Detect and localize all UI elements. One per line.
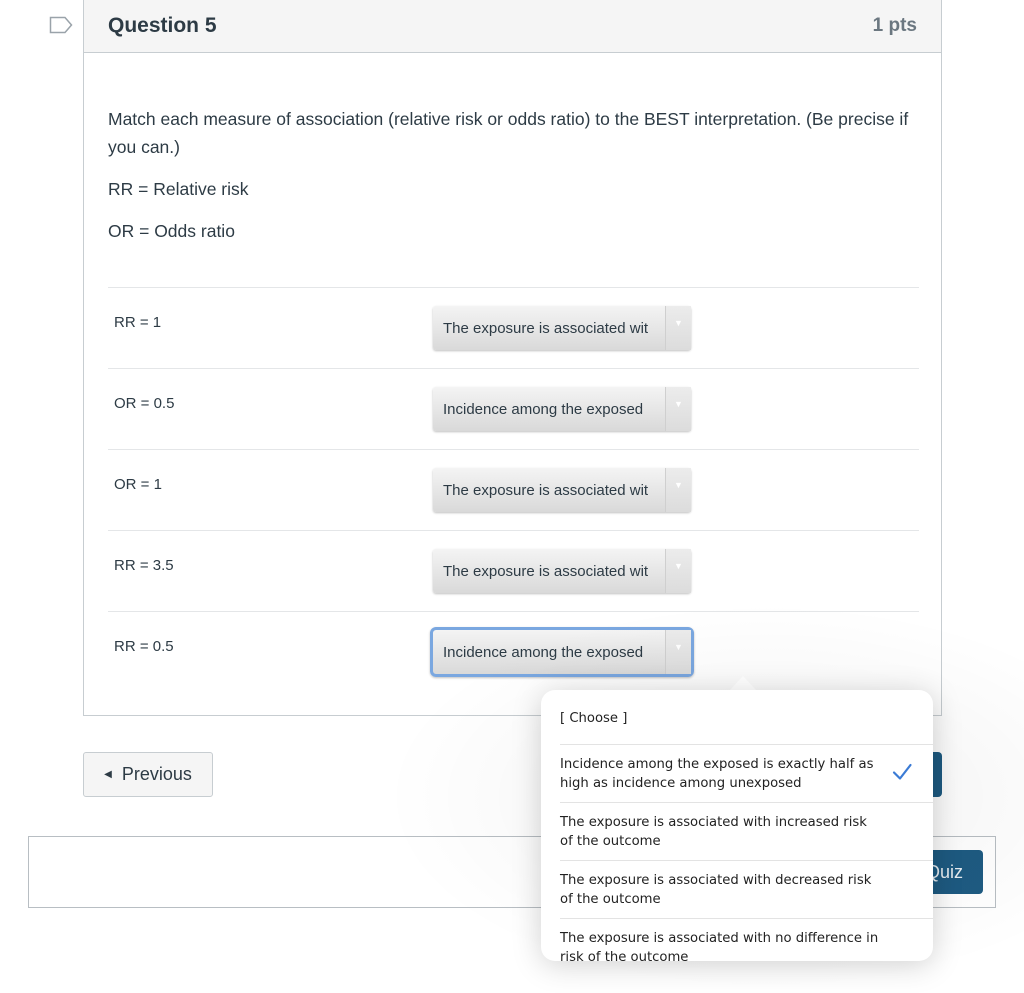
- dropdown-option-selected[interactable]: Incidence among the exposed is exactly h…: [560, 745, 933, 803]
- dropdown-option[interactable]: The exposure is associated with no diffe…: [560, 919, 933, 961]
- select-value: The exposure is associated wit: [443, 562, 649, 580]
- dropdown-option[interactable]: [ Choose ]: [560, 690, 933, 745]
- question-points: 1 pts: [872, 15, 917, 36]
- option-label: Incidence among the exposed is exactly h…: [560, 757, 874, 791]
- previous-button[interactable]: ◀ Previous: [83, 752, 213, 797]
- answer-row: RR = 3.5 The exposure is associated wit …: [108, 531, 919, 612]
- chevron-down-icon: ▼: [665, 549, 691, 593]
- answer-row: RR = 1 The exposure is associated wit ▼: [108, 288, 919, 369]
- answer-select[interactable]: The exposure is associated wit ▼: [433, 306, 691, 350]
- question-header: Question 5 1 pts: [84, 0, 941, 53]
- select-value: Incidence among the exposed: [443, 400, 644, 418]
- legend-rr: RR = Relative risk: [108, 179, 249, 199]
- matching-answers: RR = 1 The exposure is associated wit ▼ …: [108, 287, 919, 693]
- chevron-down-icon: ▼: [665, 306, 691, 350]
- select-value: Incidence among the exposed: [443, 643, 644, 661]
- answer-label: RR = 1: [114, 314, 162, 331]
- answer-row: OR = 1 The exposure is associated wit ▼: [108, 450, 919, 531]
- answer-label: OR = 0.5: [114, 395, 175, 412]
- answer-select-focused[interactable]: Incidence among the exposed ▼: [430, 627, 694, 677]
- answer-select[interactable]: The exposure is associated wit ▼: [433, 549, 691, 593]
- answer-label: OR = 1: [114, 476, 162, 493]
- select-value: The exposure is associated wit: [443, 481, 649, 499]
- popover-pointer: [729, 676, 757, 691]
- dropdown-popover: [ Choose ] Incidence among the exposed i…: [541, 690, 933, 961]
- dropdown-options: [ Choose ] Incidence among the exposed i…: [541, 690, 933, 961]
- question-title: Question 5: [108, 14, 217, 37]
- option-label: [ Choose ]: [560, 711, 628, 726]
- chevron-down-icon: ▼: [665, 468, 691, 512]
- answer-label: RR = 3.5: [114, 557, 174, 574]
- answer-label: RR = 0.5: [114, 638, 174, 655]
- caret-left-icon: ◀: [104, 769, 112, 780]
- dropdown-option[interactable]: The exposure is associated with increase…: [560, 803, 933, 861]
- legend-or: OR = Odds ratio: [108, 221, 235, 241]
- answer-row: OR = 0.5 Incidence among the exposed ▼: [108, 369, 919, 450]
- question-prompt: Match each measure of association (relat…: [108, 109, 909, 157]
- dropdown-option[interactable]: The exposure is associated with decrease…: [560, 861, 933, 919]
- option-label: The exposure is associated with no diffe…: [560, 931, 879, 961]
- chevron-down-icon: ▼: [665, 630, 691, 674]
- option-label: The exposure is associated with decrease…: [560, 873, 872, 907]
- answer-select[interactable]: The exposure is associated wit ▼: [433, 468, 691, 512]
- question-body: Match each measure of association (relat…: [84, 53, 941, 693]
- select-value: The exposure is associated wit: [443, 319, 649, 337]
- option-label: The exposure is associated with increase…: [560, 815, 867, 849]
- answer-select[interactable]: Incidence among the exposed ▼: [433, 387, 691, 431]
- chevron-down-icon: ▼: [665, 387, 691, 431]
- answer-row: RR = 0.5 Incidence among the exposed ▼: [108, 612, 919, 693]
- previous-label: Previous: [121, 764, 192, 784]
- checkmark-icon: [892, 763, 912, 780]
- flag-question-icon[interactable]: [49, 16, 73, 34]
- question-card: Question 5 1 pts Match each measure of a…: [83, 0, 942, 716]
